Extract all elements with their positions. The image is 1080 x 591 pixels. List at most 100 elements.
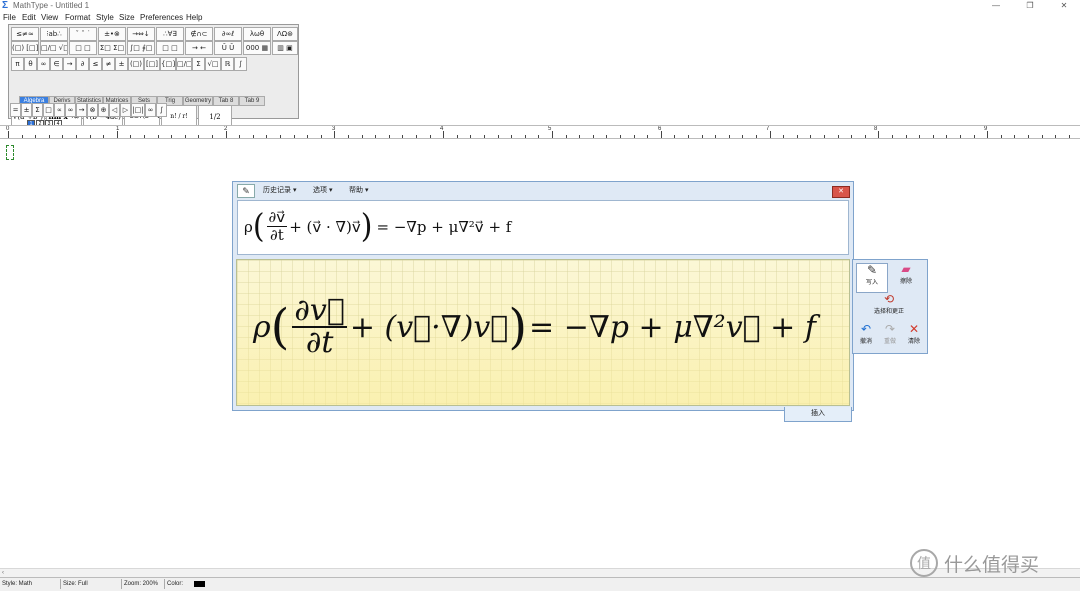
quick-brackets-button[interactable]: [□] xyxy=(144,57,160,71)
small-proportional-button[interactable]: ∝ xyxy=(54,103,65,117)
erase-tool[interactable]: ▰ 擦除 xyxy=(890,263,922,291)
small-abs-button[interactable]: |□| xyxy=(131,103,145,117)
restore-button[interactable]: ❐ xyxy=(1018,0,1042,12)
history-menu[interactable]: 历史记录 ▾ xyxy=(263,185,296,195)
right-hand-side: = −∇p + μ∇²v⃗ + f xyxy=(376,217,512,236)
palette-sets-button[interactable]: ∉∩⊂ xyxy=(185,27,213,41)
menu-preferences[interactable]: Preferences xyxy=(140,13,183,22)
palette-sums-button[interactable]: Σ□ Σ□ xyxy=(98,41,126,55)
palette-misc-button[interactable]: ∂∞ℓ xyxy=(214,27,242,41)
ruler-tick xyxy=(606,135,608,138)
quick-arrow-button[interactable]: → xyxy=(63,57,76,71)
small-left-triangle-button[interactable]: ◁ xyxy=(109,103,120,117)
quick-pi-button[interactable]: π xyxy=(11,57,24,71)
status-color-label: Color: xyxy=(167,581,184,587)
menu-style[interactable]: Style xyxy=(96,13,114,22)
quick-partial-button[interactable]: ∂ xyxy=(76,57,89,71)
close-button[interactable]: ✕ xyxy=(1052,0,1076,12)
menu-view[interactable]: View xyxy=(41,13,58,22)
palette-greek-lower-button[interactable]: λωθ xyxy=(243,27,271,41)
ruler-tick xyxy=(48,135,50,138)
ruler-tick xyxy=(1068,135,1070,138)
ruler-tick xyxy=(905,135,907,138)
ruler-tick xyxy=(824,135,825,138)
small-sum-button[interactable]: Σ xyxy=(32,103,43,117)
small-oplus-button[interactable]: ⊕ xyxy=(98,103,109,117)
status-color-swatch xyxy=(194,581,205,587)
quick-theta-button[interactable]: θ xyxy=(24,57,37,71)
small-infinity-2-button[interactable]: ∞ xyxy=(145,103,156,117)
small-plusminus-button[interactable]: ± xyxy=(21,103,32,117)
small-infinity-button[interactable]: ∞ xyxy=(65,103,76,117)
ruler-tick xyxy=(361,135,363,138)
left-paren: ( xyxy=(252,206,265,246)
quick-infinity-button[interactable]: ∞ xyxy=(37,57,50,71)
hand-rhs: = −∇p + μ∇²v⃗ + f xyxy=(529,309,816,345)
small-right-triangle-button[interactable]: ▷ xyxy=(120,103,131,117)
palette-fractions-button[interactable]: □/□ √□ xyxy=(40,41,68,55)
palette-operators-button[interactable]: ±•⊗ xyxy=(98,27,126,41)
quick-integral-button[interactable]: ∫ xyxy=(234,57,247,71)
menu-file[interactable]: File xyxy=(3,13,16,22)
small-integral-button[interactable]: ∫ xyxy=(156,103,167,117)
quick-fraction-button[interactable]: □/□ xyxy=(176,57,192,71)
menu-format[interactable]: Format xyxy=(65,13,90,22)
quick-braces-button[interactable]: {□} xyxy=(160,57,176,71)
insert-button[interactable]: 插入 xyxy=(784,407,852,422)
menu-edit[interactable]: Edit xyxy=(22,13,36,22)
select-correct-tool[interactable]: ⟲ 选择和更正 xyxy=(856,293,922,321)
quick-sqrt-button[interactable]: √□ xyxy=(205,57,221,71)
palette-labeled-arrows-button[interactable]: → ← xyxy=(185,41,213,55)
palette-fences-button[interactable]: (□) [□] xyxy=(11,41,39,55)
palette-boxes-button[interactable]: ▥ ▣ xyxy=(272,41,298,55)
close-icon[interactable]: ✕ xyxy=(832,186,850,198)
redo-button[interactable]: ↷ 重做 xyxy=(879,323,901,351)
palette-bars-button[interactable]: □ □ xyxy=(156,41,184,55)
palette-products-button[interactable]: Ū Ũ xyxy=(214,41,242,55)
ruler-tick xyxy=(660,131,662,138)
ruler-tick xyxy=(103,135,105,138)
palette-integrals-button[interactable]: ∫□ ∮□ xyxy=(127,41,155,55)
palette-arrows-button[interactable]: →⇔↓ xyxy=(127,27,155,41)
handwriting-area[interactable]: ρ ( ∂v⃗ ∂t + (v⃗·∇)v⃗ ) = −∇p + μ∇²v⃗ + … xyxy=(236,259,850,406)
ruler-tick xyxy=(688,135,689,138)
quick-plusminus-button[interactable]: ± xyxy=(115,57,128,71)
options-menu[interactable]: 选项 ▾ xyxy=(313,185,332,195)
palette-relations-button[interactable]: ≤≠≈ xyxy=(11,27,39,41)
ruler-tick xyxy=(647,135,649,138)
palette-spaces-button[interactable]: ⁝ab∴ xyxy=(40,27,68,41)
menu-bar: File Edit View Format Style Size Prefere… xyxy=(0,12,1080,23)
palette-scripts-button[interactable]: □ □ xyxy=(69,41,97,55)
quick-reals-button[interactable]: ℝ xyxy=(221,57,234,71)
insertion-point[interactable] xyxy=(6,145,14,160)
small-arrow-button[interactable]: → xyxy=(76,103,87,117)
quick-sum-button[interactable]: Σ xyxy=(192,57,205,71)
menu-help[interactable]: Help xyxy=(186,13,202,22)
palette-logic-button[interactable]: ∴∀∃ xyxy=(156,27,184,41)
small-box-button[interactable]: □ xyxy=(43,103,54,117)
clear-button[interactable]: ✕ 清除 xyxy=(903,323,925,351)
minimize-button[interactable]: — xyxy=(984,0,1008,12)
ruler-tick xyxy=(157,135,159,138)
ruler-tick xyxy=(443,131,445,138)
write-tool[interactable]: ✎ 写入 xyxy=(856,263,888,293)
ruler-tick xyxy=(402,135,404,138)
ruler-tick xyxy=(919,135,921,138)
quick-neq-button[interactable]: ≠ xyxy=(102,57,115,71)
help-menu[interactable]: 帮助 ▾ xyxy=(349,185,368,195)
small-equals-button[interactable]: = xyxy=(10,103,21,117)
ruler-tick xyxy=(633,135,635,138)
palette-matrices-button[interactable]: 000 ▦ xyxy=(243,41,271,55)
palette-embellish-button[interactable]: ˇ ˆ ˙ xyxy=(69,27,97,41)
ruler-tick xyxy=(184,135,186,138)
palette-greek-upper-button[interactable]: ΛΩ⊛ xyxy=(272,27,298,41)
clear-label: 清除 xyxy=(907,339,920,345)
quick-leq-button[interactable]: ≤ xyxy=(89,57,102,71)
undo-button[interactable]: ↶ 撤消 xyxy=(855,323,877,351)
quick-element-of-button[interactable]: ∈ xyxy=(50,57,63,71)
menu-size[interactable]: Size xyxy=(119,13,135,22)
pen-icon: ✎ xyxy=(237,184,255,198)
small-otimes-button[interactable]: ⊗ xyxy=(87,103,98,117)
ruler-tick xyxy=(35,135,37,138)
quick-parens-button[interactable]: (□) xyxy=(128,57,144,71)
